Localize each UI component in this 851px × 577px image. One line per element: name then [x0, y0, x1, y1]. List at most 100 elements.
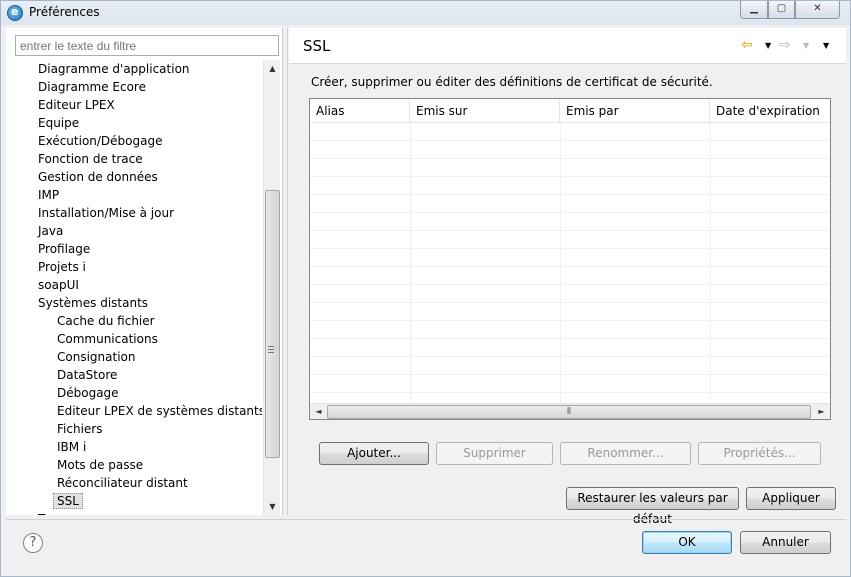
pane-splitter[interactable]: [287, 28, 288, 515]
table-row: [310, 249, 830, 267]
table-row: [310, 339, 830, 357]
tree-item[interactable]: Fonction de trace: [10, 150, 262, 168]
tree-item-label: Te: [38, 512, 51, 515]
tree-item[interactable]: Mots de passe: [10, 456, 262, 474]
table-row: [310, 231, 830, 249]
tree-item[interactable]: DataStore: [10, 366, 262, 384]
bottom-separator: [6, 519, 846, 520]
filter-input[interactable]: [15, 35, 279, 56]
back-history-chevron-icon[interactable]: ▼: [765, 41, 771, 50]
column-divider: [560, 123, 561, 403]
tree-item[interactable]: Diagramme d'application: [10, 60, 262, 78]
tree-item[interactable]: Débogage: [10, 384, 262, 402]
cancel-button[interactable]: Annuler: [740, 531, 831, 554]
horizontal-scroll-thumb[interactable]: ⦀: [327, 405, 811, 419]
preferences-window: Préférences ▁ ▢ ✕ Diagramme d'applicatio…: [0, 0, 851, 577]
tree-item[interactable]: SSL: [10, 492, 262, 510]
tree-item[interactable]: Projets i: [10, 258, 262, 276]
tree-item[interactable]: Systèmes distants: [10, 294, 262, 312]
tree-item[interactable]: Diagramme Ecore: [10, 78, 262, 96]
scroll-left-icon[interactable]: ◄: [310, 404, 327, 419]
tree-item[interactable]: Fichiers: [10, 420, 262, 438]
tree-item[interactable]: Cache du fichier: [10, 312, 262, 330]
tree-item-label: Editeur LPEX: [38, 98, 115, 112]
page-title: SSL: [303, 37, 331, 55]
table-header: Alias Emis sur Emis par Date d'expiratio…: [310, 99, 830, 123]
tree-item[interactable]: soapUI: [10, 276, 262, 294]
table-horizontal-scrollbar[interactable]: ◄ ⦀ ►: [310, 403, 830, 419]
tree-item[interactable]: Réconciliateur distant: [10, 474, 262, 492]
tree-item-label: Diagramme d'application: [38, 62, 190, 76]
tree-item-label: DataStore: [57, 368, 118, 382]
tree-item-label: Systèmes distants: [38, 296, 149, 310]
forward-history-chevron-icon[interactable]: ▼: [803, 41, 809, 50]
tree-item-label: soapUI: [38, 278, 79, 292]
tree-item[interactable]: Installation/Mise à jour: [10, 204, 262, 222]
apply-button[interactable]: Appliquer: [746, 487, 836, 510]
remove-button[interactable]: Supprimer: [436, 442, 553, 465]
tree-item[interactable]: Te: [10, 510, 262, 515]
properties-button[interactable]: Propriétés...: [698, 442, 821, 465]
table-row: [310, 141, 830, 159]
table-row: [310, 357, 830, 375]
tree-item[interactable]: Communications: [10, 330, 262, 348]
maximize-button[interactable]: ▢: [768, 1, 795, 19]
preference-page: SSL ⇦ ▼ ⇨ ▼ ▼ Créer, supprimer ou éditer…: [289, 28, 846, 526]
tree-item[interactable]: Gestion de données: [10, 168, 262, 186]
rename-button[interactable]: Renommer...: [560, 442, 691, 465]
page-header: SSL ⇦ ▼ ⇨ ▼ ▼: [289, 28, 846, 64]
restore-defaults-button[interactable]: Restaurer les valeurs par défaut: [566, 487, 739, 526]
tree-item[interactable]: Equipe: [10, 114, 262, 132]
help-icon[interactable]: ?: [23, 533, 43, 553]
tree-item[interactable]: IMP: [10, 186, 262, 204]
ok-button[interactable]: OK: [642, 531, 732, 554]
tree-item-label: Editeur LPEX de systèmes distants: [57, 404, 262, 418]
table-row: [310, 159, 830, 177]
tree-item[interactable]: Editeur LPEX: [10, 96, 262, 114]
scroll-thumb[interactable]: [265, 190, 280, 458]
table-row: [310, 285, 830, 303]
scroll-down-icon[interactable]: ▼: [264, 498, 281, 515]
certificates-table: Alias Emis sur Emis par Date d'expiratio…: [309, 98, 831, 420]
back-arrow-icon[interactable]: ⇦: [741, 37, 753, 53]
tree-vertical-scrollbar[interactable]: ▲ ▼: [263, 60, 280, 515]
scroll-up-icon[interactable]: ▲: [264, 60, 281, 77]
tree-item[interactable]: Profilage: [10, 240, 262, 258]
tree-item[interactable]: Exécution/Débogage: [10, 132, 262, 150]
minimize-button[interactable]: ▁: [740, 1, 768, 19]
view-menu-chevron-icon[interactable]: ▼: [823, 41, 829, 50]
column-divider: [410, 123, 411, 403]
tree-item[interactable]: IBM i: [10, 438, 262, 456]
forward-arrow-icon[interactable]: ⇨: [779, 37, 791, 53]
tree-item-label: Diagramme Ecore: [38, 80, 146, 94]
preferences-tree: Diagramme d'application Diagramme Ecore Ed…: [10, 60, 262, 515]
table-row: [310, 267, 830, 285]
tree-item-label: SSL: [53, 493, 83, 509]
add-button[interactable]: Ajouter...: [319, 442, 429, 465]
tree-item[interactable]: Consignation: [10, 348, 262, 366]
tree-item-label: Exécution/Débogage: [38, 134, 163, 148]
page-description: Créer, supprimer ou éditer des définitio…: [311, 75, 713, 89]
tree-item-label: Cache du fichier: [57, 314, 155, 328]
tree-item[interactable]: Java: [10, 222, 262, 240]
tree-item-label: IBM i: [57, 440, 87, 454]
column-header-issued-to[interactable]: Emis sur: [410, 99, 560, 123]
column-divider: [710, 123, 711, 403]
tree-item[interactable]: Editeur LPEX de systèmes distants: [10, 402, 262, 420]
column-header-expiry-date[interactable]: Date d'expiration: [710, 99, 830, 123]
window-title: Préférences: [29, 5, 100, 19]
tree-item-label: Mots de passe: [57, 458, 144, 472]
close-button[interactable]: ✕: [795, 1, 840, 19]
column-header-issued-by[interactable]: Emis par: [560, 99, 710, 123]
dialog-body: Diagramme d'application Diagramme Ecore Ed…: [6, 28, 846, 573]
tree-item-label: Fonction de trace: [38, 152, 143, 166]
eclipse-app-icon: [7, 5, 23, 21]
table-body[interactable]: [310, 123, 830, 403]
scroll-right-icon[interactable]: ►: [813, 404, 830, 419]
column-header-alias[interactable]: Alias: [310, 99, 410, 123]
tree-item-label: IMP: [38, 188, 60, 202]
tree-item-label: Gestion de données: [38, 170, 158, 184]
tree-item-label: Réconciliateur distant: [57, 476, 188, 490]
tree-item-label: Profilage: [38, 242, 91, 256]
table-row: [310, 123, 830, 141]
